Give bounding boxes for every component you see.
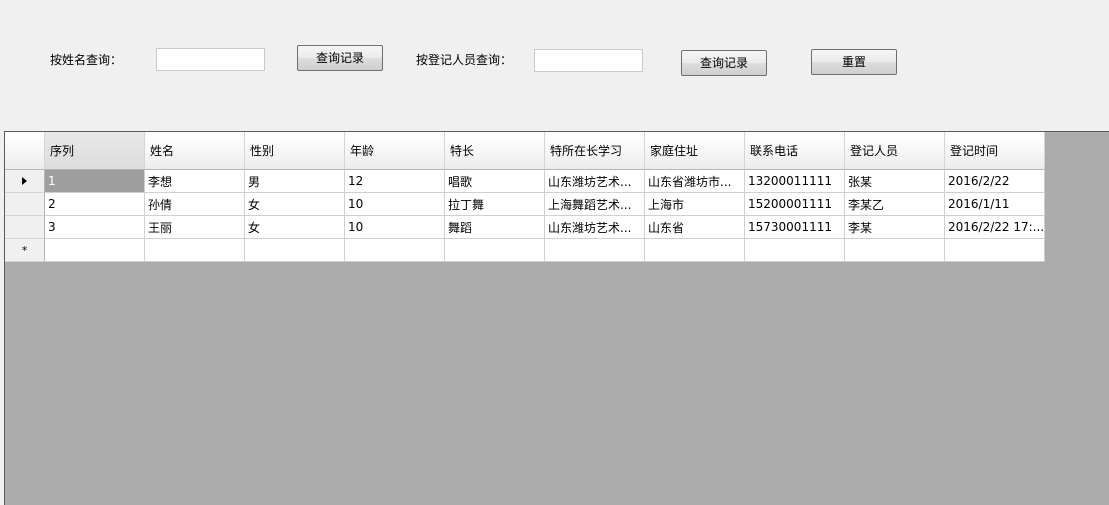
table-cell[interactable]: 唱歌 [445,170,545,193]
new-row-cell[interactable] [745,239,845,262]
new-row-cell[interactable] [945,239,1045,262]
table-cell[interactable]: 女 [245,216,345,239]
table-cell[interactable]: 2016/2/22 [945,170,1045,193]
table-cell[interactable]: 舞蹈 [445,216,545,239]
new-row-cell[interactable] [345,239,445,262]
table-cell[interactable]: 2 [45,193,145,216]
table-cell[interactable]: 上海舞蹈艺术... [545,193,645,216]
table-cell[interactable]: 山东省潍坊市... [645,170,745,193]
table-cell[interactable]: 孙倩 [145,193,245,216]
table-cell[interactable]: 15730001111 [745,216,845,239]
table-cell[interactable]: 13200011111 [745,170,845,193]
name-query-button[interactable]: 查询记录 [297,45,383,71]
name-search-input[interactable] [156,48,265,71]
new-row-cell[interactable] [245,239,345,262]
column-header-name[interactable]: 姓名 [145,132,245,170]
records-datagrid[interactable]: 序列 姓名 性别 年龄 特长 特所在长学习 家庭住址 联系电话 登记人员 登记时… [4,131,1109,505]
column-header-specialty[interactable]: 特长 [445,132,545,170]
table-cell[interactable]: 10 [345,216,445,239]
table-cell[interactable]: 女 [245,193,345,216]
column-header-age[interactable]: 年龄 [345,132,445,170]
table-cell[interactable]: 李想 [145,170,245,193]
table-cell[interactable]: 山东潍坊艺术... [545,216,645,239]
column-header-phone[interactable]: 联系电话 [745,132,845,170]
table-cell[interactable]: 王丽 [145,216,245,239]
column-header-register-time[interactable]: 登记时间 [945,132,1045,170]
table-cell[interactable]: 15200001111 [745,193,845,216]
table-cell[interactable]: 山东潍坊艺术... [545,170,645,193]
table-cell[interactable]: 1 [45,170,145,193]
column-header-registrar[interactable]: 登记人员 [845,132,945,170]
row-header-current[interactable] [5,170,45,193]
datagrid-table: 序列 姓名 性别 年龄 特长 特所在长学习 家庭住址 联系电话 登记人员 登记时… [5,132,1045,262]
new-row-cell[interactable] [45,239,145,262]
row-pointer-arrow-icon [22,177,27,185]
table-cell[interactable]: 男 [245,170,345,193]
table-cell[interactable]: 李某乙 [845,193,945,216]
row-header-new[interactable]: * [5,239,45,262]
row-header[interactable] [5,216,45,239]
table-cell[interactable]: 拉丁舞 [445,193,545,216]
new-row-star-icon: * [21,243,28,257]
column-header-index[interactable]: 序列 [45,132,145,170]
table-cell[interactable]: 2016/1/11 [945,193,1045,216]
table-cell[interactable]: 10 [345,193,445,216]
new-row-cell[interactable] [145,239,245,262]
table-cell[interactable]: 3 [45,216,145,239]
new-row-cell[interactable] [645,239,745,262]
table-cell[interactable]: 上海市 [645,193,745,216]
table-cell[interactable]: 李某 [845,216,945,239]
registrar-search-label: 按登记人员查询： [416,53,513,67]
row-header[interactable] [5,193,45,216]
new-row-cell[interactable] [845,239,945,262]
grid-corner-header[interactable] [5,132,45,170]
column-header-address[interactable]: 家庭住址 [645,132,745,170]
reset-button[interactable]: 重置 [811,49,897,75]
new-row-cell[interactable] [445,239,545,262]
table-cell[interactable]: 12 [345,170,445,193]
column-header-gender[interactable]: 性别 [245,132,345,170]
registrar-search-input[interactable] [534,49,643,72]
column-header-study-place[interactable]: 特所在长学习 [545,132,645,170]
registrar-query-button[interactable]: 查询记录 [681,50,767,76]
name-search-label: 按姓名查询： [50,53,123,67]
table-cell[interactable]: 山东省 [645,216,745,239]
new-row-cell[interactable] [545,239,645,262]
search-panel: 按姓名查询： 查询记录 按登记人员查询： 查询记录 重置 [0,0,1109,131]
table-cell[interactable]: 张某 [845,170,945,193]
table-cell[interactable]: 2016/2/22 17:... [945,216,1045,239]
